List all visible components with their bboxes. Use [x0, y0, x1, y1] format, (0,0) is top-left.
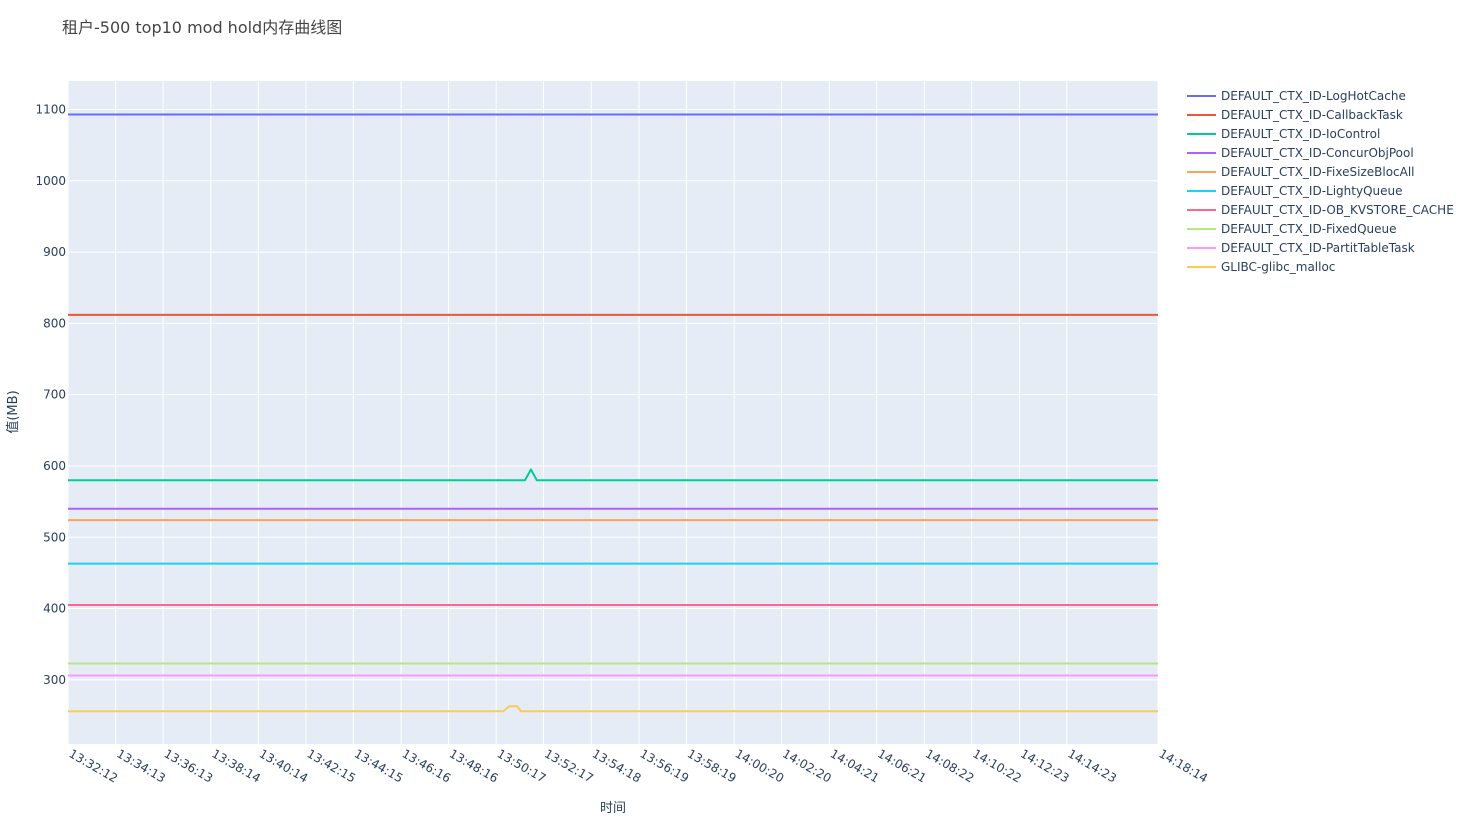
- x-tick-label: 13:40:14: [257, 746, 311, 785]
- legend-item[interactable]: DEFAULT_CTX_ID-LightyQueue: [1187, 184, 1403, 198]
- legend-item[interactable]: DEFAULT_CTX_ID-PartitTableTask: [1187, 241, 1415, 255]
- x-tick-label: 13:54:18: [590, 746, 644, 785]
- legend[interactable]: DEFAULT_CTX_ID-LogHotCache DEFAULT_CTX_ID…: [1187, 89, 1454, 274]
- legend-item[interactable]: GLIBC-glibc_malloc: [1187, 260, 1335, 274]
- y-tick-label: 500: [43, 530, 66, 544]
- y-tick-label: 800: [43, 316, 66, 330]
- legend-label: DEFAULT_CTX_ID-OB_KVSTORE_CACHE: [1221, 203, 1454, 217]
- legend-item[interactable]: DEFAULT_CTX_ID-LogHotCache: [1187, 89, 1406, 103]
- x-tick-label: 13:38:14: [209, 746, 263, 785]
- x-tick-label: 13:44:15: [352, 746, 406, 785]
- x-tick-label: 14:02:20: [780, 746, 834, 785]
- legend-label: GLIBC-glibc_malloc: [1221, 260, 1335, 274]
- x-axis-ticks: 13:32:1213:34:1313:36:1313:38:1413:40:14…: [67, 746, 1211, 785]
- x-tick-label: 14:04:21: [828, 746, 882, 785]
- x-tick-label: 14:12:23: [1018, 746, 1072, 785]
- x-axis-label: 时间: [600, 801, 626, 816]
- legend-label: DEFAULT_CTX_ID-PartitTableTask: [1221, 241, 1415, 255]
- y-tick-label: 300: [43, 673, 66, 687]
- legend-item[interactable]: DEFAULT_CTX_ID-CallbackTask: [1187, 108, 1403, 122]
- y-tick-label: 900: [43, 245, 66, 259]
- legend-label: DEFAULT_CTX_ID-CallbackTask: [1221, 108, 1403, 122]
- x-tick-label: 13:34:13: [114, 746, 168, 785]
- legend-label: DEFAULT_CTX_ID-FixedQueue: [1221, 222, 1397, 236]
- legend-label: DEFAULT_CTX_ID-ConcurObjPool: [1221, 146, 1414, 160]
- x-tick-label: 14:00:20: [733, 746, 787, 785]
- x-tick-label: 13:56:19: [638, 746, 692, 785]
- y-tick-label: 1100: [35, 103, 66, 117]
- x-tick-label: 13:32:12: [67, 746, 121, 785]
- y-tick-label: 600: [43, 459, 66, 473]
- x-tick-label: 13:42:15: [304, 746, 358, 785]
- x-tick-label: 13:50:17: [495, 746, 549, 785]
- x-tick-label: 13:52:17: [542, 746, 596, 785]
- x-tick-label: 13:46:16: [400, 746, 454, 785]
- legend-label: DEFAULT_CTX_ID-LightyQueue: [1221, 184, 1403, 198]
- legend-item[interactable]: DEFAULT_CTX_ID-FixedQueue: [1187, 222, 1397, 236]
- y-tick-label: 400: [43, 602, 66, 616]
- x-tick-label: 13:58:19: [685, 746, 739, 785]
- y-axis-ticks: 300 400 500 600 700 800 900 1000 1100: [35, 103, 66, 687]
- legend-label: DEFAULT_CTX_ID-LogHotCache: [1221, 89, 1406, 103]
- x-tick-label: 14:14:23: [1065, 746, 1119, 785]
- legend-label: DEFAULT_CTX_ID-IoControl: [1221, 127, 1380, 141]
- x-tick-label: 14:06:21: [875, 746, 929, 785]
- legend-item[interactable]: DEFAULT_CTX_ID-ConcurObjPool: [1187, 146, 1414, 160]
- y-axis-label: 值(MB): [5, 390, 21, 433]
- x-tick-label: 13:36:13: [162, 746, 216, 785]
- legend-item[interactable]: DEFAULT_CTX_ID-IoControl: [1187, 127, 1380, 141]
- legend-item[interactable]: DEFAULT_CTX_ID-OB_KVSTORE_CACHE: [1187, 203, 1454, 217]
- x-tick-label: 13:48:16: [447, 746, 501, 785]
- legend-item[interactable]: DEFAULT_CTX_ID-FixeSizeBlocAll: [1187, 165, 1415, 179]
- x-tick-label: 14:10:22: [970, 746, 1024, 785]
- x-tick-label: 14:08:22: [923, 746, 977, 785]
- legend-label: DEFAULT_CTX_ID-FixeSizeBlocAll: [1221, 165, 1415, 179]
- line-chart[interactable]: 30040050060070080090010001100 13:32:1213…: [0, 0, 1477, 819]
- y-tick-label: 1000: [35, 174, 66, 188]
- y-tick-label: 700: [43, 388, 66, 402]
- x-tick-label: 14:18:14: [1157, 746, 1211, 785]
